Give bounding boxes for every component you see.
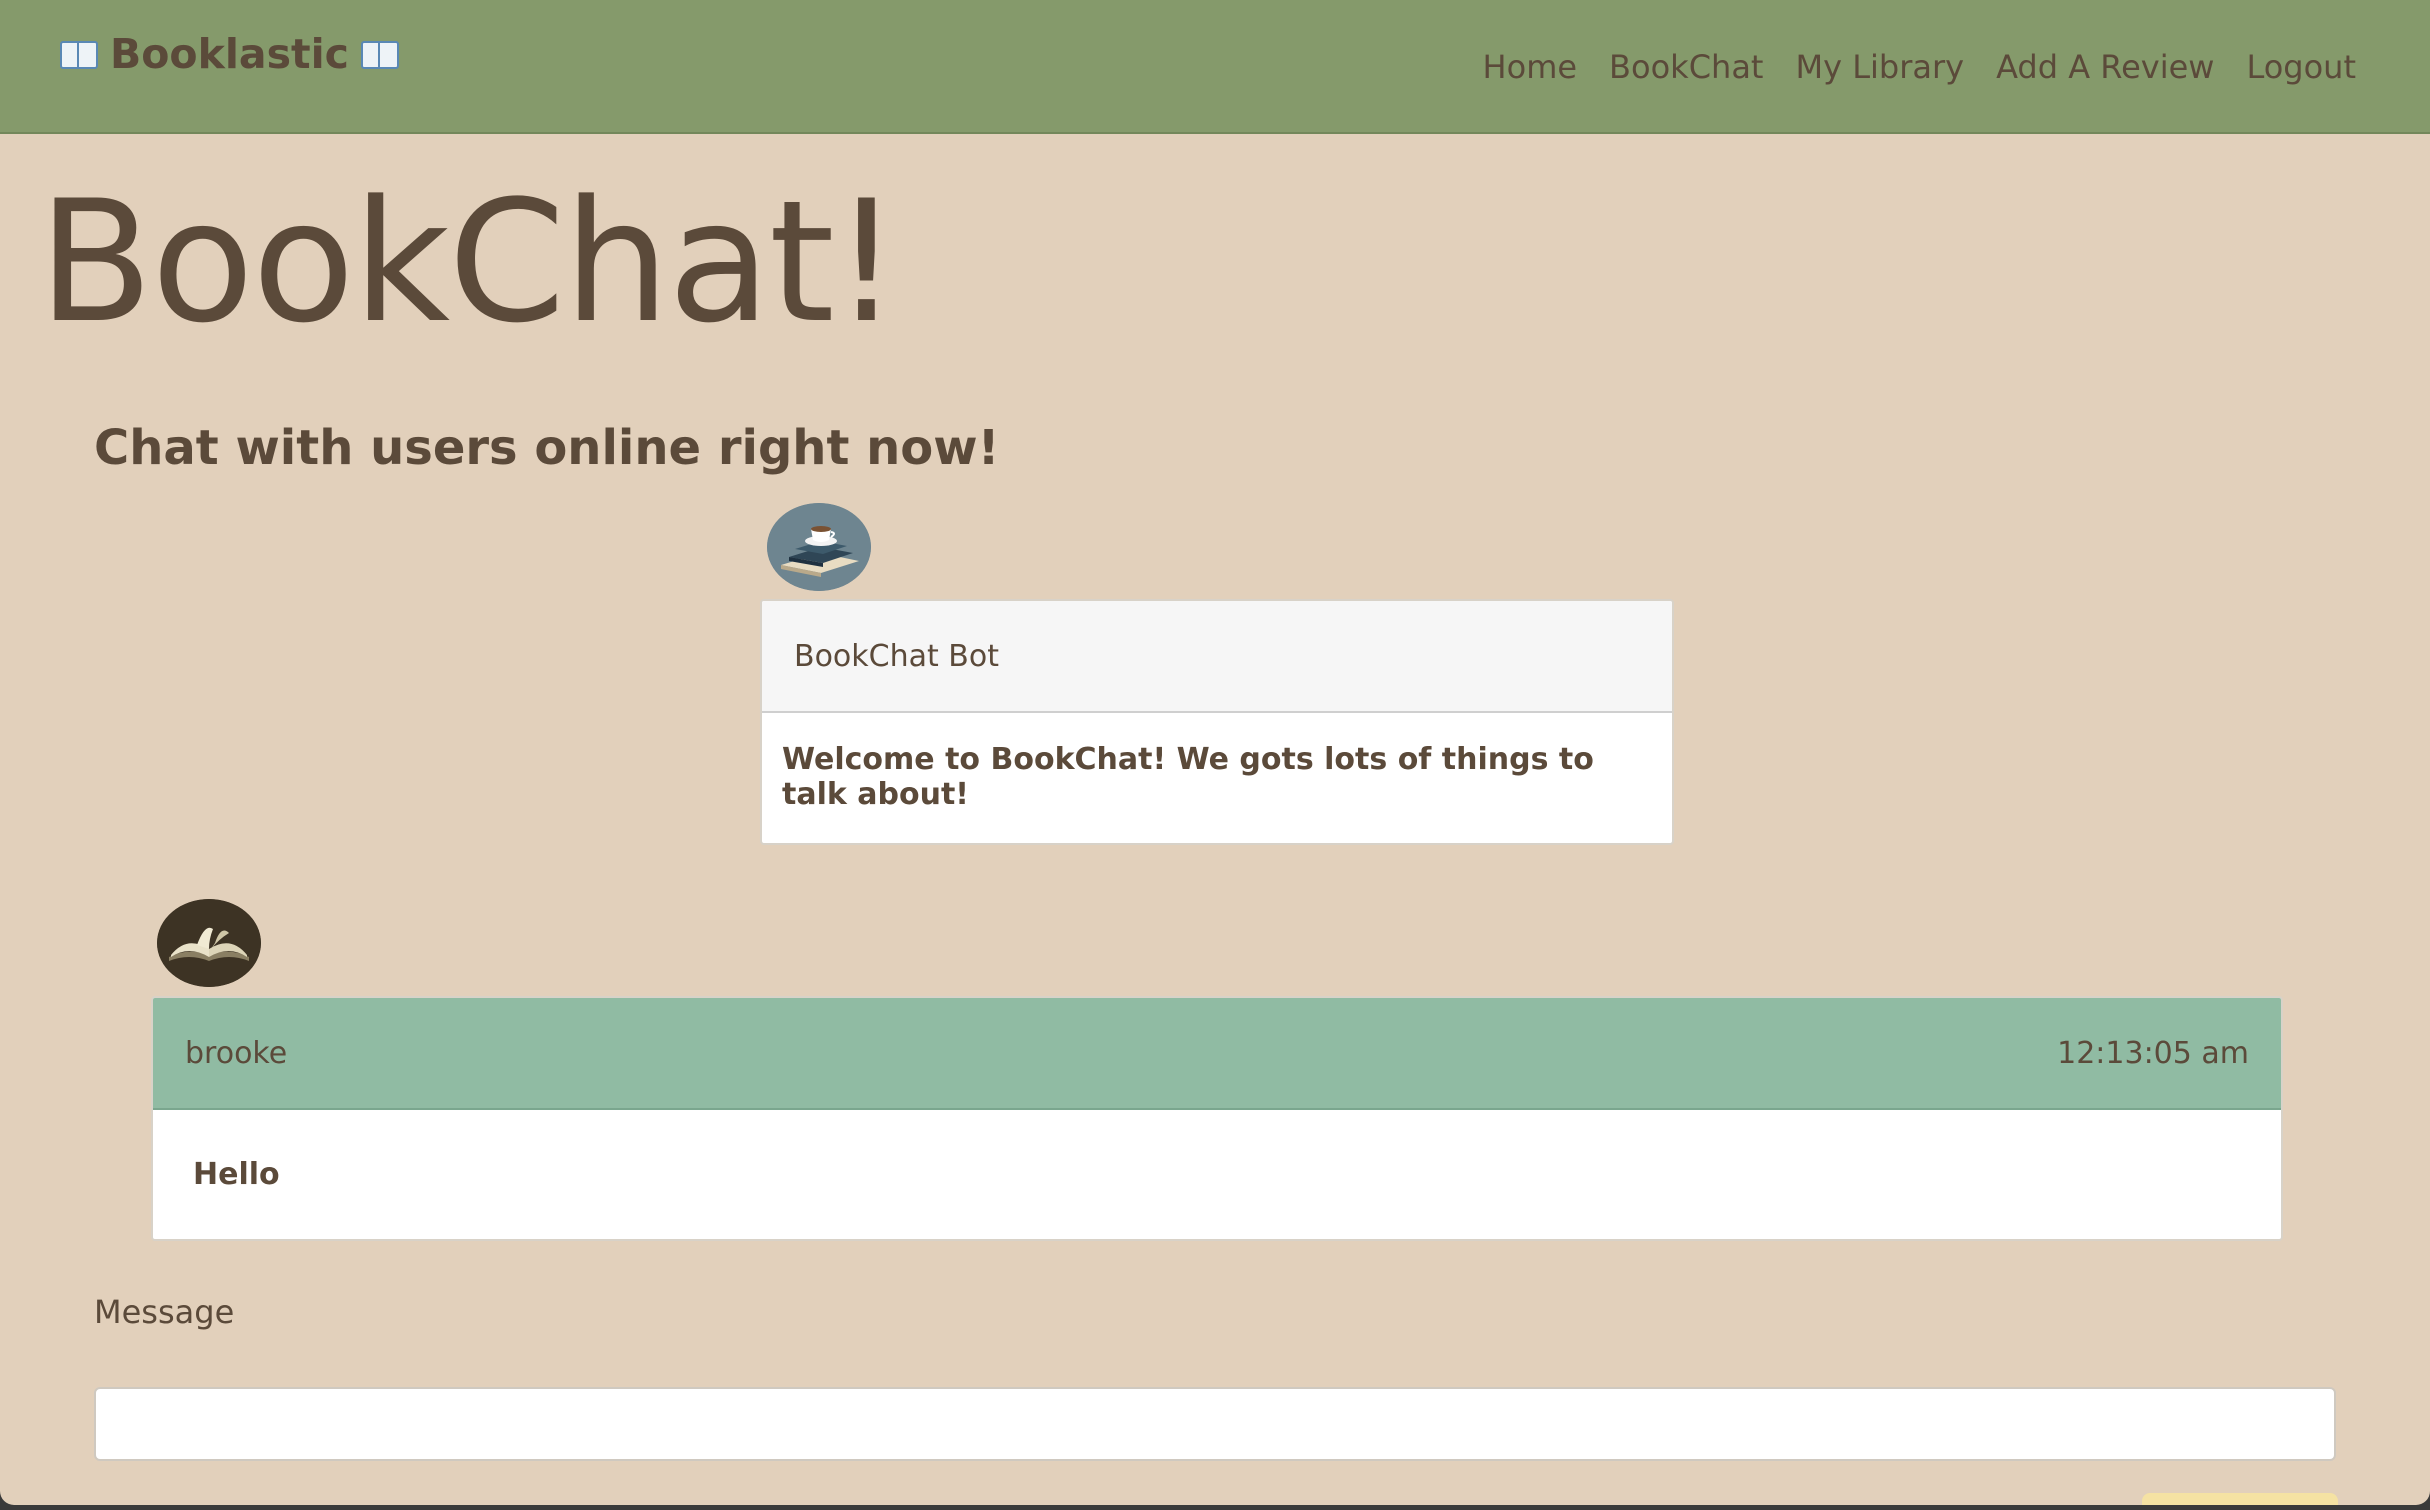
message-header: brooke 12:13:05 am [153,998,2281,1110]
nav-link-my-library[interactable]: My Library [1795,48,1964,86]
message-input[interactable] [94,1387,2336,1461]
bot-avatar [767,503,871,591]
chat-message-user: brooke 12:13:05 am Hello [151,996,2283,1241]
nav-link-home[interactable]: Home [1483,48,1578,86]
message-author: brooke [185,1035,288,1071]
user-avatar [157,899,261,987]
coffee-books-icon [767,503,871,591]
send-button[interactable] [2142,1493,2338,1505]
message-text: Hello [193,1156,280,1192]
nav-link-logout[interactable]: Logout [2246,48,2356,86]
message-time: 12:13:05 am [2057,1035,2249,1071]
open-book-icon [60,39,98,69]
page-subtitle: Chat with users online right now! [94,420,1000,476]
navbar: Booklastic Home BookChat My Library Add … [0,0,2430,134]
message-author: BookChat Bot [794,638,1000,674]
open-book-icon [360,39,399,69]
nav-links: Home BookChat My Library Add A Review Lo… [1483,48,2356,86]
message-body: Hello [153,1110,2281,1238]
nav-link-add-review[interactable]: Add A Review [1996,48,2214,86]
brand-name: Booklastic [110,30,349,78]
message-text: Welcome to BookChat! We gots lots of thi… [782,742,1594,812]
chat-message-bot: BookChat Bot Welcome to BookChat! We got… [760,599,1674,845]
page-title: BookChat! [38,164,900,360]
message-body: Welcome to BookChat! We gots lots of thi… [762,713,1672,841]
message-label: Message [94,1293,235,1331]
browser-viewport: Booklastic Home BookChat My Library Add … [0,0,2430,1505]
brand-logo[interactable]: Booklastic [60,30,399,78]
open-book-icon [157,899,261,987]
nav-link-bookchat[interactable]: BookChat [1609,48,1763,86]
message-header: BookChat Bot [762,601,1672,713]
